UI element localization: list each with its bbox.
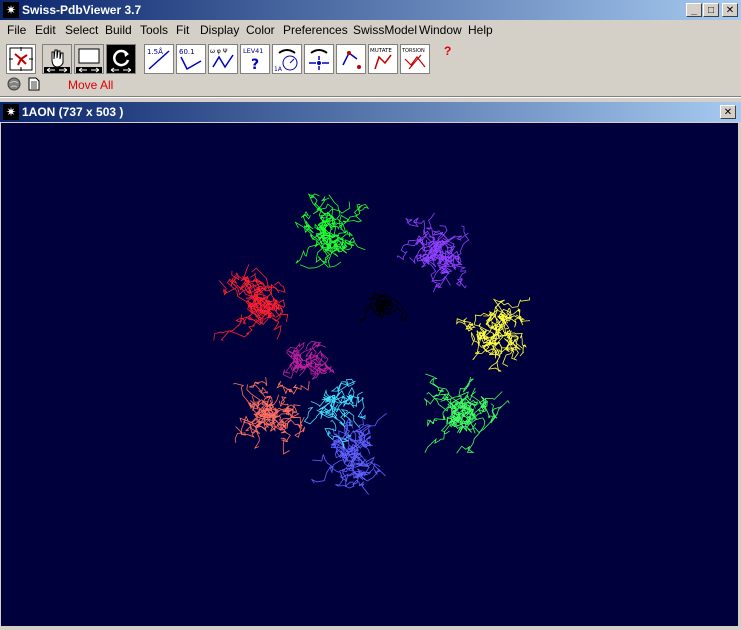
- molecule-viewport[interactable]: [1, 123, 738, 626]
- identify-group-button[interactable]: LEV41 ?: [240, 44, 270, 74]
- torsion-label: TORSION: [401, 48, 425, 54]
- zoom-button[interactable]: [74, 44, 104, 74]
- center-atom-icon: 1A: [274, 49, 298, 73]
- menu-fit[interactable]: Fit: [176, 23, 189, 37]
- menu-display[interactable]: Display: [200, 23, 239, 37]
- center-atom-button[interactable]: 1A: [272, 44, 302, 74]
- protein-subunit: [233, 377, 310, 455]
- protein-subunit: [311, 411, 387, 495]
- toolbar: 1.5Å 60.1 ω φ Ψ LEV41 ? 1A MUTATE TORSIO…: [0, 40, 741, 96]
- rotate-button[interactable]: [106, 44, 136, 74]
- protein-subunit: [294, 193, 370, 269]
- spdbv-icon: ✷: [3, 2, 19, 18]
- protein-subunit: [396, 212, 470, 293]
- protein-subunit: [423, 373, 510, 454]
- zoom-icon: [75, 45, 103, 73]
- menu-select[interactable]: Select: [65, 23, 98, 37]
- globe-icon[interactable]: [7, 77, 21, 91]
- menu-preferences[interactable]: Preferences: [283, 23, 348, 37]
- spdbv-icon: ✷: [3, 104, 19, 120]
- svg-text:?: ?: [251, 57, 259, 73]
- fit-view-icon: [309, 49, 329, 70]
- identify-label: LEV41: [243, 47, 263, 55]
- rotate-icon: [107, 45, 135, 73]
- angle-icon: 60.1: [179, 48, 202, 71]
- fit-view-button[interactable]: [304, 44, 334, 74]
- center-molecule-icon: [9, 47, 33, 71]
- menu-build[interactable]: Build: [105, 23, 132, 37]
- mutate-icon: MUTATE: [370, 48, 392, 70]
- mutate-label: MUTATE: [370, 48, 392, 54]
- menu-help[interactable]: Help: [468, 23, 493, 37]
- protein-subunit: [282, 340, 335, 380]
- menu-window[interactable]: Window: [419, 23, 462, 37]
- protein-subunit: [456, 297, 531, 372]
- menu-color[interactable]: Color: [246, 23, 275, 37]
- menu-file[interactable]: File: [7, 23, 26, 37]
- center-molecule-button[interactable]: [6, 44, 36, 74]
- viewer-title: 1AON (737 x 503 ): [22, 105, 124, 119]
- hand-icon: [43, 45, 71, 73]
- distance-icon: 1.5Å: [147, 47, 170, 70]
- mutate-button[interactable]: MUTATE: [368, 44, 398, 74]
- viewer-close-button[interactable]: ✕: [720, 105, 736, 119]
- angle-label: 60.1: [179, 48, 195, 56]
- app-titlebar: ✷ Swiss-PdbViewer 3.7 _ □ ✕: [0, 0, 741, 20]
- dihedral-icon: ω φ Ψ: [210, 48, 234, 69]
- menu-swissmodel[interactable]: SwissModel: [353, 23, 417, 37]
- protein-render: [213, 193, 531, 495]
- center-atom-label: 1A: [274, 66, 283, 73]
- move-all-label: Move All: [68, 78, 114, 92]
- menu-edit[interactable]: Edit: [35, 23, 56, 37]
- torsion-button[interactable]: TORSION: [400, 44, 430, 74]
- measure-distance-button[interactable]: 1.5Å: [144, 44, 174, 74]
- app-title: Swiss-PdbViewer 3.7: [22, 3, 142, 17]
- minimize-button[interactable]: _: [686, 3, 702, 17]
- identify-icon: LEV41 ?: [243, 47, 263, 73]
- distance-label: 1.5Å: [147, 47, 163, 56]
- translate-button[interactable]: [42, 44, 72, 74]
- document-icon[interactable]: [27, 77, 41, 91]
- close-button[interactable]: ✕: [722, 3, 738, 17]
- menu-tools[interactable]: Tools: [140, 23, 168, 37]
- help-icon[interactable]: ?: [444, 44, 451, 58]
- protein-subunit: [213, 264, 289, 341]
- neighbors-icon: [342, 51, 361, 69]
- viewer-titlebar: ✷ 1AON (737 x 503 ) ✕: [0, 102, 741, 122]
- menu-bar: File Edit Select Build Tools Fit Display…: [0, 20, 741, 40]
- measure-angle-button[interactable]: 60.1: [176, 44, 206, 74]
- torsion-icon: TORSION: [401, 48, 426, 70]
- toolbar-separator: [0, 96, 741, 98]
- protein-subunit: [359, 291, 408, 323]
- measure-dihedral-button[interactable]: ω φ Ψ: [208, 44, 238, 74]
- neighbors-button[interactable]: [336, 44, 366, 74]
- maximize-button[interactable]: □: [703, 3, 719, 17]
- dihedral-label: ω φ Ψ: [210, 48, 228, 55]
